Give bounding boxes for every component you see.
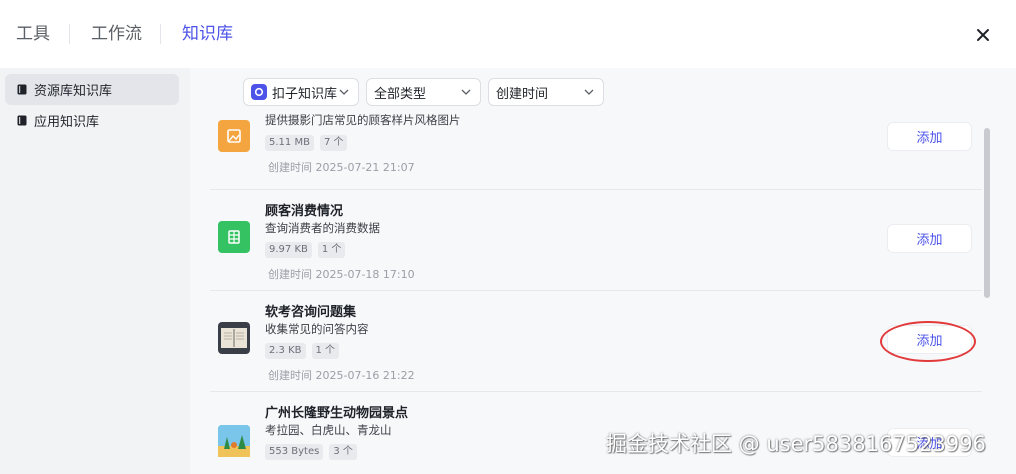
item-title: 软考咨询问题集 xyxy=(265,305,357,320)
tab-divider xyxy=(69,24,70,44)
item-tags: 553 Bytes 3 个 xyxy=(265,444,357,460)
count-tag: 3 个 xyxy=(329,444,357,460)
image-kb-icon xyxy=(218,120,250,152)
book-icon xyxy=(17,115,27,126)
sidebar-item-resource-kb[interactable]: 资源库知识库 xyxy=(5,74,179,105)
watermark: 掘金技术社区 @ user5838167523996 xyxy=(606,432,986,456)
count-tag: 1 个 xyxy=(311,343,340,359)
created-time: 创建时间 2025-07-21 21:07 xyxy=(268,161,415,174)
item-description: 收集常见的问答内容 xyxy=(265,322,369,336)
close-icon[interactable] xyxy=(972,24,994,46)
item-description: 提供摄影门店常见的顾客样片风格图片 xyxy=(265,113,461,127)
sidebar-item-app-kb[interactable]: 应用知识库 xyxy=(5,105,179,136)
size-tag: 5.11 MB xyxy=(265,135,314,151)
count-tag: 1 个 xyxy=(317,242,346,258)
created-time: 创建时间 2025-07-18 17:10 xyxy=(268,268,415,281)
sidebar-item-label: 资源库知识库 xyxy=(34,84,113,99)
size-tag: 2.3 KB xyxy=(265,343,306,359)
item-description: 考拉园、白虎山、青龙山 xyxy=(265,423,392,437)
count-tag: 7 个 xyxy=(319,135,348,151)
table-kb-icon xyxy=(218,221,250,253)
list-item[interactable]: 软考咨询问题集 收集常见的问答内容 2.3 KB 1 个 创建时间 2025-0… xyxy=(210,290,982,391)
sidebar-item-label: 应用知识库 xyxy=(34,115,100,130)
item-description: 查询消费者的消费数据 xyxy=(265,221,380,235)
item-title: 广州长隆野生动物园景点 xyxy=(265,406,409,421)
size-tag: 553 Bytes xyxy=(265,444,324,460)
add-button[interactable]: 添加 xyxy=(887,122,972,151)
item-title: 顾客消费情况 xyxy=(265,204,344,219)
size-tag: 9.97 KB xyxy=(265,242,312,258)
sidebar: 资源库知识库 应用知识库 xyxy=(0,68,190,474)
book-icon xyxy=(17,84,27,95)
list-item[interactable]: 提供摄影门店常见的顾客样片风格图片 5.11 MB 7 个 创建时间 2025-… xyxy=(210,68,982,189)
item-tags: 5.11 MB 7 个 xyxy=(265,135,348,151)
tab-tools[interactable]: 工具 xyxy=(16,22,50,46)
list-item[interactable]: 顾客消费情况 查询消费者的消费数据 9.97 KB 1 个 创建时间 2025-… xyxy=(210,189,982,290)
tab-workflow[interactable]: 工作流 xyxy=(91,22,142,46)
tab-knowledge[interactable]: 知识库 xyxy=(182,22,233,46)
book-thumbnail-icon xyxy=(218,322,250,354)
add-button[interactable]: 添加 xyxy=(887,224,972,253)
top-bar: 工具 工作流 知识库 xyxy=(0,0,1016,68)
item-tags: 9.97 KB 1 个 xyxy=(265,242,346,258)
created-time: 创建时间 2025-07-16 21:22 xyxy=(268,369,415,382)
tab-divider xyxy=(160,24,161,44)
scrollbar-thumb[interactable] xyxy=(984,128,990,298)
zoo-thumbnail-icon xyxy=(218,425,250,457)
item-tags: 2.3 KB 1 个 xyxy=(265,343,340,359)
knowledge-panel: 扣子知识库 全部类型 创建时间 提供摄影门店常见的顾客样片风格图片 5.11 M… xyxy=(190,68,1016,474)
add-button[interactable]: 添加 xyxy=(887,325,972,354)
